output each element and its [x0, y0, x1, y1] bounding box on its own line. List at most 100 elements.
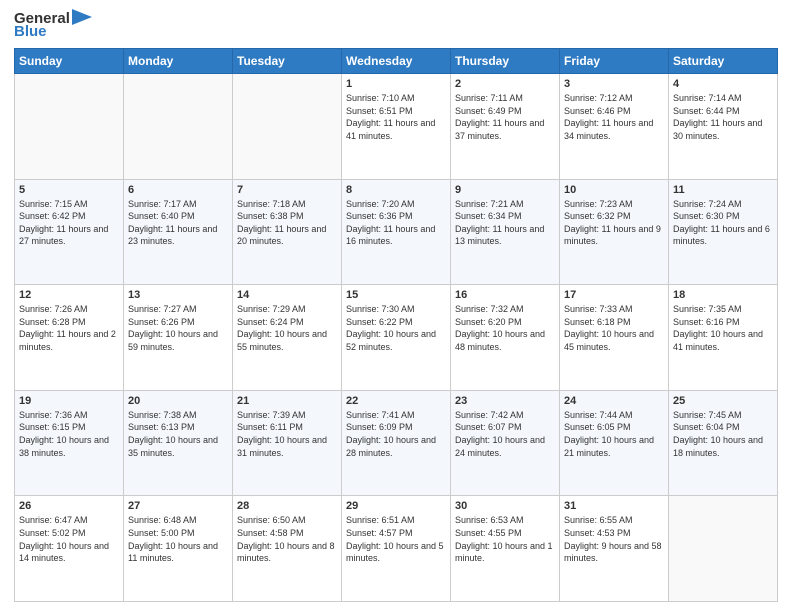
day-number: 26 — [19, 500, 119, 512]
calendar-cell: 5 Sunrise: 7:15 AM Sunset: 6:42 PM Daylig… — [15, 179, 124, 285]
calendar-cell — [124, 74, 233, 180]
calendar-cell: 14 Sunrise: 7:29 AM Sunset: 6:24 PM Dayli… — [233, 285, 342, 391]
calendar-cell — [669, 496, 778, 602]
calendar-week-1: 1Sunrise: 7:10 AM Sunset: 6:51 PM Daylig… — [15, 74, 778, 180]
day-info: Sunrise: 6:51 AM Sunset: 4:57 PM Dayligh… — [346, 514, 446, 564]
calendar-week-5: 26 Sunrise: 6:47 AM Sunset: 5:02 PM Dayli… — [15, 496, 778, 602]
day-number: 10 — [564, 184, 664, 196]
calendar-cell: 4 Sunrise: 7:14 AM Sunset: 6:44 PM Daylig… — [669, 74, 778, 180]
day-info: Sunrise: 7:10 AM Sunset: 6:51 PM Dayligh… — [346, 92, 446, 142]
day-number: 29 — [346, 500, 446, 512]
day-info: Sunrise: 7:11 AM Sunset: 6:49 PM Dayligh… — [455, 92, 555, 142]
day-number: 30 — [455, 500, 555, 512]
calendar-cell: 24Sunrise: 7:44 AM Sunset: 6:05 PM Dayli… — [560, 390, 669, 496]
day-number: 23 — [455, 395, 555, 407]
day-number: 3 — [564, 78, 664, 90]
day-number: 28 — [237, 500, 337, 512]
day-number: 27 — [128, 500, 228, 512]
day-number: 22 — [346, 395, 446, 407]
calendar-cell: 8 Sunrise: 7:20 AM Sunset: 6:36 PM Daylig… — [342, 179, 451, 285]
day-info: Sunrise: 7:35 AM Sunset: 6:16 PM Dayligh… — [673, 303, 773, 353]
calendar-cell: 16 Sunrise: 7:32 AM Sunset: 6:20 PM Dayli… — [451, 285, 560, 391]
col-header-friday: Friday — [560, 49, 669, 74]
day-number: 2 — [455, 78, 555, 90]
day-number: 24 — [564, 395, 664, 407]
day-number: 8 — [346, 184, 446, 196]
calendar-cell: 27 Sunrise: 6:48 AM Sunset: 5:00 PM Dayli… — [124, 496, 233, 602]
day-info: Sunrise: 7:15 AM Sunset: 6:42 PM Dayligh… — [19, 198, 119, 248]
calendar-table: SundayMondayTuesdayWednesdayThursdayFrid… — [14, 48, 778, 602]
day-info: Sunrise: 7:27 AM Sunset: 6:26 PM Dayligh… — [128, 303, 228, 353]
calendar-cell: 17 Sunrise: 7:33 AM Sunset: 6:18 PM Dayli… — [560, 285, 669, 391]
calendar-cell: 30 Sunrise: 6:53 AM Sunset: 4:55 PM Dayli… — [451, 496, 560, 602]
day-info: Sunrise: 6:50 AM Sunset: 4:58 PM Dayligh… — [237, 514, 337, 564]
col-header-tuesday: Tuesday — [233, 49, 342, 74]
calendar-cell: 6Sunrise: 7:17 AM Sunset: 6:40 PM Daylig… — [124, 179, 233, 285]
day-info: Sunrise: 7:30 AM Sunset: 6:22 PM Dayligh… — [346, 303, 446, 353]
day-info: Sunrise: 7:17 AM Sunset: 6:40 PM Dayligh… — [128, 198, 228, 248]
day-number: 13 — [128, 289, 228, 301]
calendar-cell — [233, 74, 342, 180]
day-info: Sunrise: 7:38 AM Sunset: 6:13 PM Dayligh… — [128, 409, 228, 459]
calendar-cell: 12 Sunrise: 7:26 AM Sunset: 6:28 PM Dayli… — [15, 285, 124, 391]
day-info: Sunrise: 7:26 AM Sunset: 6:28 PM Dayligh… — [19, 303, 119, 353]
calendar-week-4: 19Sunrise: 7:36 AM Sunset: 6:15 PM Dayli… — [15, 390, 778, 496]
day-number: 16 — [455, 289, 555, 301]
day-number: 5 — [19, 184, 119, 196]
day-number: 20 — [128, 395, 228, 407]
day-info: Sunrise: 7:32 AM Sunset: 6:20 PM Dayligh… — [455, 303, 555, 353]
day-number: 11 — [673, 184, 773, 196]
day-info: Sunrise: 7:33 AM Sunset: 6:18 PM Dayligh… — [564, 303, 664, 353]
day-number: 14 — [237, 289, 337, 301]
calendar-cell: 1Sunrise: 7:10 AM Sunset: 6:51 PM Daylig… — [342, 74, 451, 180]
col-header-wednesday: Wednesday — [342, 49, 451, 74]
day-number: 31 — [564, 500, 664, 512]
header: General Blue — [14, 10, 778, 40]
calendar-cell: 10Sunrise: 7:23 AM Sunset: 6:32 PM Dayli… — [560, 179, 669, 285]
day-info: Sunrise: 7:41 AM Sunset: 6:09 PM Dayligh… — [346, 409, 446, 459]
calendar-cell: 9 Sunrise: 7:21 AM Sunset: 6:34 PM Daylig… — [451, 179, 560, 285]
day-info: Sunrise: 7:45 AM Sunset: 6:04 PM Dayligh… — [673, 409, 773, 459]
day-info: Sunrise: 7:21 AM Sunset: 6:34 PM Dayligh… — [455, 198, 555, 248]
calendar-cell: 22 Sunrise: 7:41 AM Sunset: 6:09 PM Dayli… — [342, 390, 451, 496]
logo-chevron-icon — [72, 9, 92, 25]
day-info: Sunrise: 6:47 AM Sunset: 5:02 PM Dayligh… — [19, 514, 119, 564]
day-info: Sunrise: 7:29 AM Sunset: 6:24 PM Dayligh… — [237, 303, 337, 353]
calendar-cell: 21 Sunrise: 7:39 AM Sunset: 6:11 PM Dayli… — [233, 390, 342, 496]
calendar-header-row: SundayMondayTuesdayWednesdayThursdayFrid… — [15, 49, 778, 74]
day-info: Sunrise: 7:42 AM Sunset: 6:07 PM Dayligh… — [455, 409, 555, 459]
calendar-cell: 19Sunrise: 7:36 AM Sunset: 6:15 PM Dayli… — [15, 390, 124, 496]
day-info: Sunrise: 6:48 AM Sunset: 5:00 PM Dayligh… — [128, 514, 228, 564]
calendar-week-2: 5 Sunrise: 7:15 AM Sunset: 6:42 PM Daylig… — [15, 179, 778, 285]
day-number: 18 — [673, 289, 773, 301]
calendar-cell: 29 Sunrise: 6:51 AM Sunset: 4:57 PM Dayli… — [342, 496, 451, 602]
calendar-cell: 26 Sunrise: 6:47 AM Sunset: 5:02 PM Dayli… — [15, 496, 124, 602]
calendar-cell: 11 Sunrise: 7:24 AM Sunset: 6:30 PM Dayli… — [669, 179, 778, 285]
logo-blue: Blue — [14, 23, 47, 40]
day-info: Sunrise: 6:55 AM Sunset: 4:53 PM Dayligh… — [564, 514, 664, 564]
day-number: 12 — [19, 289, 119, 301]
day-info: Sunrise: 7:39 AM Sunset: 6:11 PM Dayligh… — [237, 409, 337, 459]
day-info: Sunrise: 7:12 AM Sunset: 6:46 PM Dayligh… — [564, 92, 664, 142]
calendar-cell: 25 Sunrise: 7:45 AM Sunset: 6:04 PM Dayli… — [669, 390, 778, 496]
calendar-cell: 2 Sunrise: 7:11 AM Sunset: 6:49 PM Daylig… — [451, 74, 560, 180]
day-number: 15 — [346, 289, 446, 301]
day-info: Sunrise: 7:18 AM Sunset: 6:38 PM Dayligh… — [237, 198, 337, 248]
day-number: 4 — [673, 78, 773, 90]
col-header-monday: Monday — [124, 49, 233, 74]
day-info: Sunrise: 6:53 AM Sunset: 4:55 PM Dayligh… — [455, 514, 555, 564]
day-number: 17 — [564, 289, 664, 301]
day-number: 25 — [673, 395, 773, 407]
calendar-cell — [15, 74, 124, 180]
calendar-cell: 15 Sunrise: 7:30 AM Sunset: 6:22 PM Dayli… — [342, 285, 451, 391]
calendar-cell: 7Sunrise: 7:18 AM Sunset: 6:38 PM Daylig… — [233, 179, 342, 285]
day-info: Sunrise: 7:20 AM Sunset: 6:36 PM Dayligh… — [346, 198, 446, 248]
calendar-cell: 13 Sunrise: 7:27 AM Sunset: 6:26 PM Dayli… — [124, 285, 233, 391]
calendar-cell: 28 Sunrise: 6:50 AM Sunset: 4:58 PM Dayli… — [233, 496, 342, 602]
day-number: 21 — [237, 395, 337, 407]
day-info: Sunrise: 7:24 AM Sunset: 6:30 PM Dayligh… — [673, 198, 773, 248]
day-info: Sunrise: 7:14 AM Sunset: 6:44 PM Dayligh… — [673, 92, 773, 142]
day-number: 9 — [455, 184, 555, 196]
day-info: Sunrise: 7:36 AM Sunset: 6:15 PM Dayligh… — [19, 409, 119, 459]
logo: General Blue — [14, 10, 92, 40]
